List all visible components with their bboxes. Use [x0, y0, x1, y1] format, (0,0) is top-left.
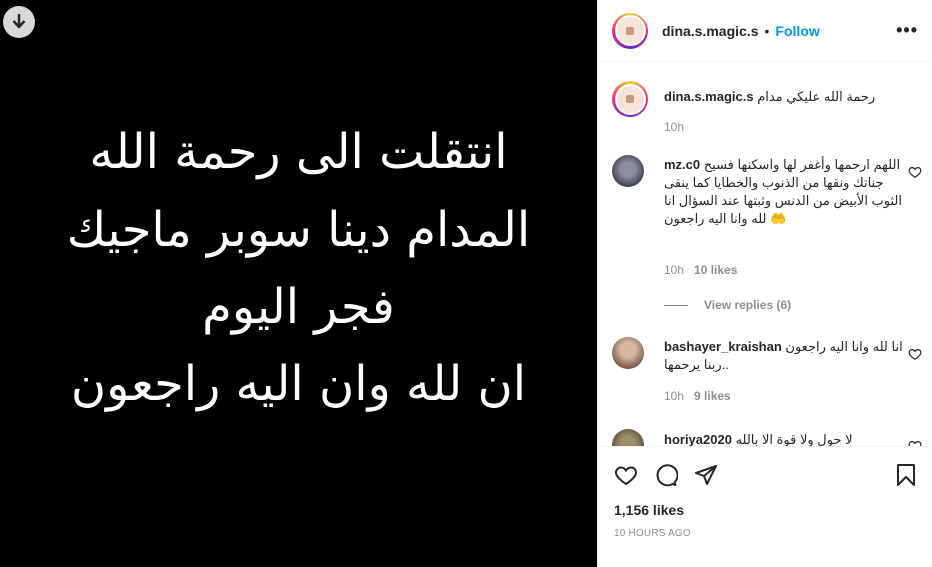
header-username[interactable]: dina.s.magic.s	[662, 23, 758, 39]
avatar[interactable]	[612, 12, 648, 49]
comment-text: لا حول ولا قوة الا بالله	[735, 432, 853, 446]
comment-icon[interactable]	[654, 463, 678, 487]
likes-count[interactable]: 1,156 likes	[614, 502, 684, 518]
post-timestamp[interactable]: 10 HOURS AGO	[614, 528, 691, 539]
post-text-line-1: انتقلت الى رحمة الله	[89, 124, 508, 180]
action-bar	[598, 446, 932, 498]
comment-like-icon[interactable]	[908, 347, 922, 361]
comment-username[interactable]: horiya2020	[664, 432, 732, 446]
caption-avatar[interactable]	[612, 81, 648, 117]
post-text-line-2: المدام دينا سوبر ماجيك	[66, 202, 531, 258]
post-side-panel: dina.s.magic.s • Follow ••• dina.s.magic…	[597, 0, 932, 567]
comment-time: 10h	[664, 389, 685, 403]
view-replies-button[interactable]: View replies (6)	[664, 298, 791, 312]
commenter-avatar[interactable]	[612, 155, 644, 187]
comment-username[interactable]: mz.c0	[664, 157, 700, 172]
comment-like-icon[interactable]	[908, 165, 922, 179]
follow-button[interactable]: Follow	[775, 23, 819, 39]
post-text-line-4: ان لله وان اليه راجعون	[70, 356, 527, 412]
post-image[interactable]: انتقلت الى رحمة الله المدام دينا سوبر ما…	[0, 0, 597, 567]
commenter-avatar[interactable]	[612, 337, 644, 369]
separator-dot: •	[764, 22, 770, 39]
comment-text: اللهم ارحمها وأغفر لها واسكنها فسيح جنات…	[664, 157, 903, 226]
comment-likes[interactable]: 10 likes	[694, 263, 737, 277]
share-icon[interactable]	[694, 463, 718, 487]
comments-list[interactable]: dina.s.magic.s رحمة الله عليكي مدام 10h …	[598, 63, 932, 446]
caption-time: 10h	[664, 120, 685, 134]
caption-text: رحمة الله عليكي مدام	[757, 89, 876, 104]
more-options-icon[interactable]: •••	[896, 20, 918, 41]
caption-username[interactable]: dina.s.magic.s	[664, 89, 754, 104]
commenter-avatar[interactable]	[612, 429, 644, 446]
replies-divider	[664, 304, 688, 306]
post-header: dina.s.magic.s • Follow •••	[598, 0, 932, 62]
heart-icon[interactable]	[614, 463, 638, 487]
comment-username[interactable]: bashayer_kraishan	[664, 339, 782, 354]
comment-likes[interactable]: 9 likes	[694, 389, 731, 403]
download-icon	[12, 14, 26, 29]
view-replies-label: View replies (6)	[704, 298, 792, 312]
post-text-line-3: فجر اليوم	[202, 279, 395, 335]
comment-time: 10h	[664, 263, 685, 277]
download-button[interactable]	[3, 6, 35, 38]
comment-like-icon[interactable]	[908, 439, 922, 446]
bookmark-icon[interactable]	[894, 463, 918, 487]
